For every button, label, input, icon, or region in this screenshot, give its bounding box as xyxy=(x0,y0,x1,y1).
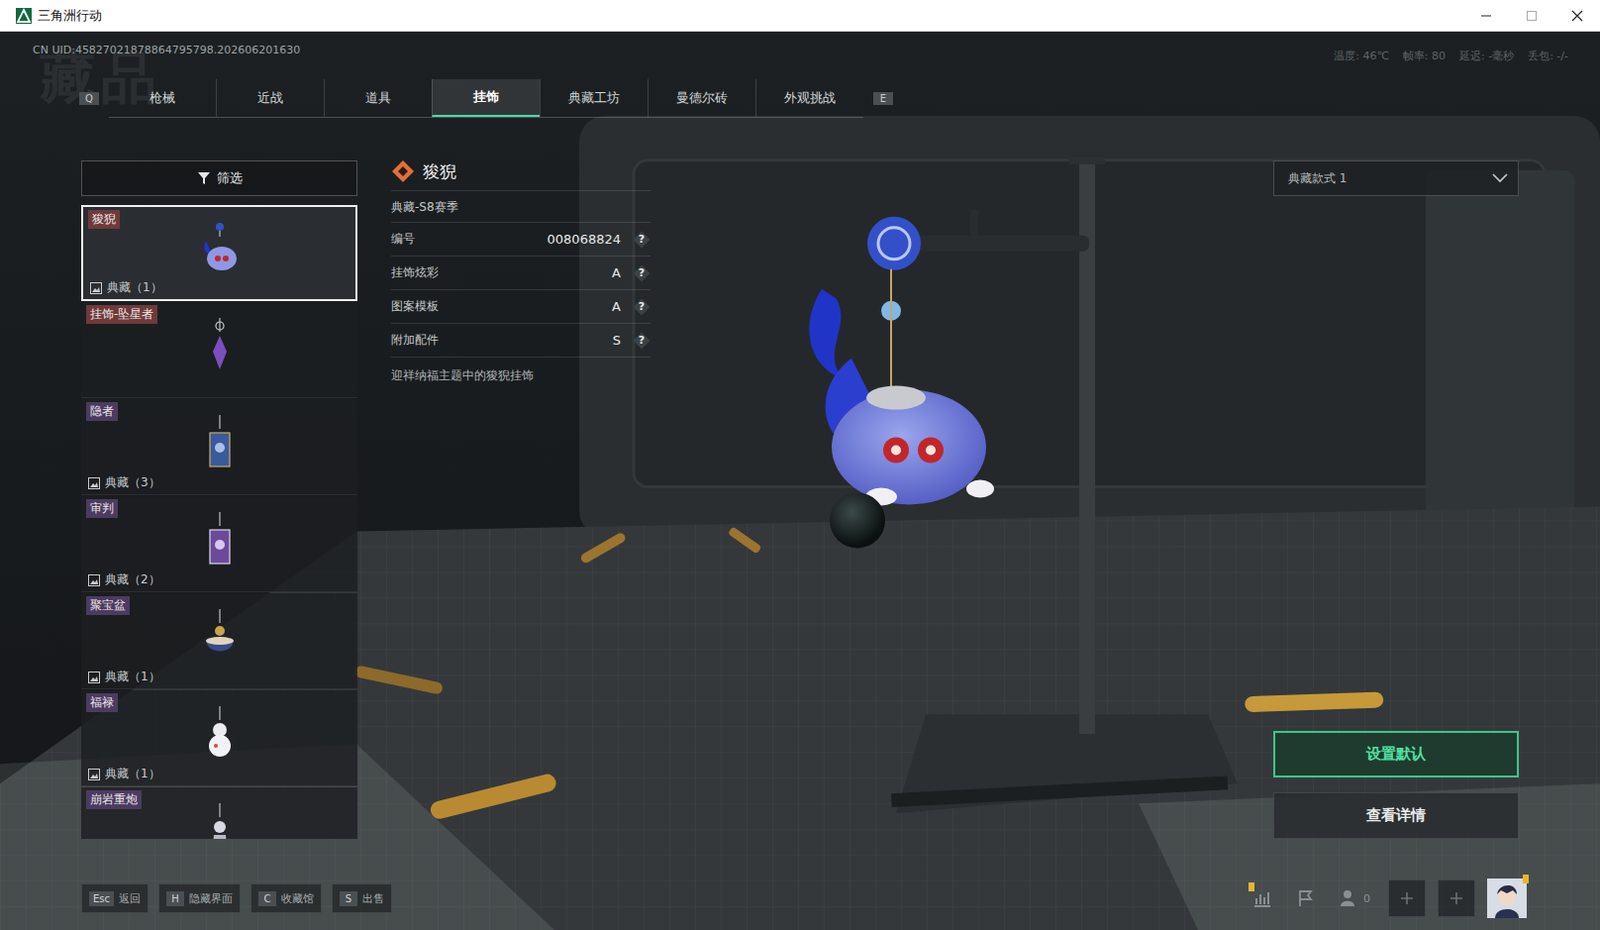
detail-description: 迎祥纳福主题中的狻猊挂饰 xyxy=(391,357,651,385)
tab[interactable]: 挂饰 xyxy=(431,79,540,117)
collection-count: 典藏（1） xyxy=(86,668,354,686)
bar-chart-icon xyxy=(1252,888,1273,908)
plus-icon xyxy=(1449,891,1464,905)
charm-item[interactable]: 狻猊典藏（1） xyxy=(81,204,358,301)
flag-icon xyxy=(1296,888,1316,908)
picture-icon xyxy=(88,768,100,781)
charm-item[interactable]: 隐者典藏（3） xyxy=(81,399,358,496)
performance-stats: 温度: 46℃ 帧率: 80 延迟: -毫秒丢包: -/- xyxy=(1333,48,1569,64)
picture-icon xyxy=(90,282,102,295)
charm-thumbnail-icon xyxy=(200,608,240,665)
next-tab-key[interactable]: E xyxy=(873,92,894,105)
attribute-row: 附加配件S? xyxy=(391,323,651,358)
charm-name: 聚宝盆 xyxy=(86,596,130,615)
charm-item[interactable]: 审判典藏（2） xyxy=(81,496,358,593)
variant-dropdown[interactable]: 典藏款式 1 xyxy=(1273,160,1519,197)
tab[interactable]: 枪械 xyxy=(108,79,216,117)
charm-item[interactable]: 崩岩重炮 xyxy=(81,787,358,839)
charm-name: 隐者 xyxy=(86,401,118,421)
help-button[interactable]: ? xyxy=(632,298,651,316)
window-controls xyxy=(1463,0,1600,31)
header-line: CN UID:45827021878864795798.202606201630… xyxy=(0,31,1600,64)
collection-count: 典藏（1） xyxy=(86,765,354,783)
charm-thumbnail-icon xyxy=(200,802,240,839)
charm-thumbnail-icon xyxy=(200,414,240,471)
help-button[interactable]: ? xyxy=(632,230,651,249)
stat-item: 延迟: -毫秒 xyxy=(1459,48,1514,64)
close-icon[interactable] xyxy=(1554,0,1600,31)
attribute-row: 挂饰炫彩A? xyxy=(391,256,651,291)
category-tabs: Q 枪械近战道具挂饰典藏工坊曼德尔砖外观挑战 E xyxy=(79,79,1600,117)
filter-button[interactable]: 筛选 xyxy=(81,160,358,197)
help-button[interactable]: ? xyxy=(632,331,651,350)
actions-panel: 典藏款式 1 设置默认查看详情 xyxy=(1273,160,1519,839)
stat-item: 温度: 46℃ xyxy=(1333,48,1390,64)
window-title: 三角洲行动 xyxy=(37,6,102,25)
shortcut-button[interactable]: S出售 xyxy=(331,883,393,913)
plus-icon xyxy=(1400,891,1414,905)
bottom-bar: Esc返回 H隐藏界面 C收藏馆 S出售 0 xyxy=(0,877,1600,919)
charm-name: 崩岩重炮 xyxy=(86,790,142,809)
detail-title: 狻猊 xyxy=(391,152,651,192)
user-uid: CN UID:45827021878864795798.202606201630 xyxy=(32,43,300,57)
game-logo-icon xyxy=(15,7,32,24)
detail-season: 典藏-S8赛季 xyxy=(391,191,651,223)
charm-detail-panel: 狻猊典藏-S8赛季编号008068824?挂饰炫彩A?图案模板A?附加配件S?迎… xyxy=(391,152,651,839)
avatar-portrait-icon xyxy=(1487,878,1527,918)
charm-name: 挂饰-坠星者 xyxy=(86,304,158,324)
flag-button[interactable] xyxy=(1290,888,1322,908)
action-button[interactable]: 设置默认 xyxy=(1273,730,1519,778)
minimize-icon[interactable] xyxy=(1463,0,1509,31)
tab[interactable]: 近战 xyxy=(215,79,324,117)
charm-thumbnail-icon xyxy=(200,222,240,279)
picture-icon xyxy=(88,477,100,490)
funnel-icon xyxy=(197,171,211,186)
action-button[interactable]: 查看详情 xyxy=(1273,792,1519,839)
rarity-diamond-icon xyxy=(391,159,415,184)
charm-name: 狻猊 xyxy=(88,209,120,229)
picture-icon xyxy=(88,671,100,684)
charm-thumbnail-icon xyxy=(200,705,240,762)
tab[interactable]: 外观挑战 xyxy=(755,79,864,117)
charm-name: 审判 xyxy=(86,499,118,518)
tab[interactable]: 曼德尔砖 xyxy=(647,79,756,117)
charm-item[interactable]: 聚宝盆典藏（1） xyxy=(81,593,358,690)
attribute-row: 编号008068824? xyxy=(391,222,651,257)
invite-slot[interactable] xyxy=(1388,879,1426,917)
charm-item[interactable]: 挂饰-坠星者 xyxy=(81,301,358,399)
invite-slot[interactable] xyxy=(1437,879,1476,917)
shortcut-button[interactable]: Esc返回 xyxy=(81,883,149,913)
collection-count: 典藏（1） xyxy=(88,279,352,297)
stats-button[interactable] xyxy=(1246,888,1279,908)
app-window: 三角洲行动藏品CN UID:45827021878864795798.20260… xyxy=(0,0,1600,930)
friends-icon xyxy=(1339,888,1360,908)
picture-icon xyxy=(88,574,100,587)
tab[interactable]: 典藏工坊 xyxy=(539,79,648,117)
charm-item[interactable]: 福禄典藏（1） xyxy=(81,690,358,787)
prev-tab-key[interactable]: Q xyxy=(79,92,100,105)
charm-thumbnail-icon xyxy=(200,317,240,374)
shortcut-button[interactable]: C收藏馆 xyxy=(250,883,322,913)
shortcut-button[interactable]: H隐藏界面 xyxy=(158,883,241,913)
collection-count: 典藏（3） xyxy=(86,474,354,492)
help-button[interactable]: ? xyxy=(632,264,651,283)
social-bar: 0 xyxy=(1246,878,1527,918)
charm-list-panel: 筛选狻猊典藏（1）挂饰-坠星者隐者典藏（3）审判典藏（2）聚宝盆典藏（1）福禄典… xyxy=(81,160,358,839)
chevron-down-icon xyxy=(1492,173,1508,184)
collection-count: 典藏（2） xyxy=(86,571,354,589)
title-bar: 三角洲行动 xyxy=(0,0,1600,32)
tab[interactable]: 道具 xyxy=(323,79,432,117)
charm-name: 福禄 xyxy=(86,693,118,712)
stat-item: 丢包: -/- xyxy=(1527,48,1569,64)
charm-thumbnail-icon xyxy=(200,511,240,568)
friends-button[interactable]: 0 xyxy=(1333,888,1377,908)
stat-item: 帧率: 80 xyxy=(1402,48,1446,64)
player-avatar[interactable] xyxy=(1487,878,1527,918)
maximize-icon[interactable] xyxy=(1508,0,1555,31)
attribute-row: 图案模板A? xyxy=(391,290,651,324)
charm-list: 狻猊典藏（1）挂饰-坠星者隐者典藏（3）审判典藏（2）聚宝盆典藏（1）福禄典藏（… xyxy=(81,204,358,839)
game-view: 藏品CN UID:45827021878864795798.2026062016… xyxy=(0,31,1600,930)
